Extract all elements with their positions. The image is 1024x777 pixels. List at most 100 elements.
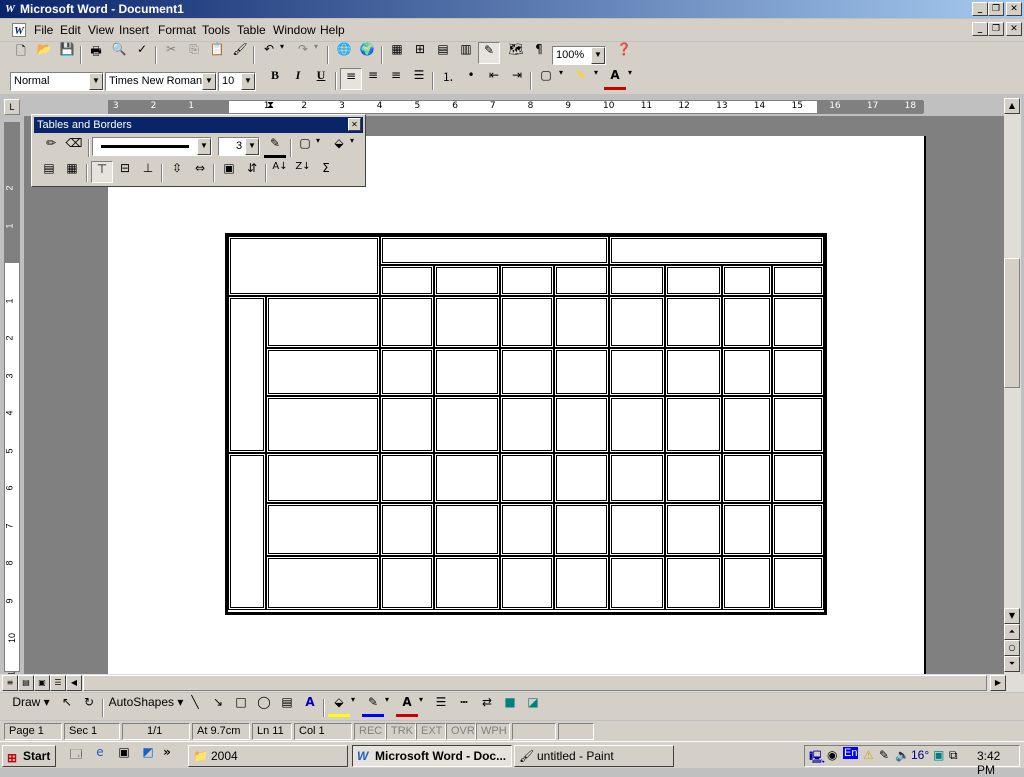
tray-monitor-icon[interactable]: 🖳 (809, 748, 825, 769)
document-table[interactable] (225, 233, 827, 615)
table-cell[interactable] (772, 503, 824, 556)
table-cell[interactable] (722, 296, 772, 348)
table-cell[interactable] (665, 503, 722, 556)
text-box-icon[interactable]: ▤ (276, 695, 298, 717)
scroll-up-icon[interactable]: ▲ (1004, 98, 1020, 114)
table-cell[interactable] (500, 503, 554, 556)
font-color-icon[interactable]: A (604, 68, 626, 90)
table-autoformat-icon[interactable]: ▣ (218, 161, 240, 183)
underline-button[interactable]: U (310, 68, 332, 90)
shading-dropdown-icon[interactable]: ▾ (346, 136, 358, 158)
table-cell[interactable] (266, 503, 380, 556)
chevron-down-icon[interactable]: ▼ (591, 47, 605, 64)
sort-ascending-icon[interactable]: A↓ (269, 161, 291, 183)
hscroll-thumb[interactable] (83, 675, 987, 691)
next-page-icon[interactable]: ⏷ (1004, 656, 1020, 672)
status-ext[interactable]: EXT (416, 723, 446, 740)
bullets-icon[interactable]: • (460, 68, 482, 90)
new-document-icon[interactable]: 🗋 (10, 42, 32, 64)
document-map-icon[interactable]: 🗺 (505, 42, 527, 64)
table-cell[interactable] (228, 296, 266, 453)
menu-help[interactable]: Help (320, 23, 345, 37)
menu-window[interactable]: Window (273, 23, 316, 37)
table-cell[interactable] (665, 296, 722, 348)
table-cell[interactable] (772, 348, 824, 396)
italic-button[interactable]: I (287, 68, 309, 90)
table-cell[interactable] (772, 296, 824, 348)
table-cell[interactable] (665, 348, 722, 396)
borders-dropdown-icon[interactable]: ▾ (555, 68, 567, 90)
table-cell[interactable] (554, 396, 609, 453)
start-button[interactable]: ⊞ Start (2, 745, 56, 767)
change-text-direction-icon[interactable]: ⇵ (241, 161, 263, 183)
table-cell[interactable] (380, 396, 434, 453)
table-cell[interactable] (609, 296, 665, 348)
table-cell[interactable] (554, 296, 609, 348)
print-layout-view-icon[interactable]: ▣ (34, 675, 50, 691)
justify-icon[interactable]: ☰ (408, 68, 430, 90)
table-cell[interactable] (266, 348, 380, 396)
table-cell[interactable] (722, 265, 772, 296)
internet-explorer-icon[interactable]: e (90, 745, 110, 767)
tray-misc-icon[interactable]: ⧉ (949, 748, 958, 763)
font-select[interactable]: Times New Roman ▼ (105, 72, 217, 91)
table-cell[interactable] (609, 265, 665, 296)
table-cell[interactable] (722, 453, 772, 503)
doc-minimize-button[interactable]: _ (972, 22, 988, 36)
select-browse-object-icon[interactable]: ○ (1004, 640, 1020, 656)
save-icon[interactable]: 💾 (56, 42, 78, 64)
table-cell[interactable] (380, 265, 434, 296)
tables-borders-toolbar[interactable]: Tables and Borders ✕ ✏ ⌫ ▼ 3 ▼ ✎ ▢ ▾ ⬙ ▾… (31, 114, 366, 187)
status-ovr[interactable]: OVR (446, 723, 476, 740)
numbering-icon[interactable]: ⒈ (437, 68, 459, 90)
table-cell[interactable] (380, 556, 434, 610)
rectangle-icon[interactable]: □ (230, 695, 252, 717)
status-wph[interactable]: WPH (476, 723, 510, 740)
show-hide-icon[interactable]: ¶ (528, 42, 550, 64)
table-cell[interactable] (722, 556, 772, 610)
minimize-button[interactable]: _ (972, 2, 988, 16)
table-cell[interactable] (434, 296, 500, 348)
table-cell[interactable] (266, 556, 380, 610)
align-top-icon[interactable]: ⊤ (91, 161, 113, 183)
menu-view[interactable]: View (88, 23, 114, 37)
table-cell[interactable] (228, 236, 380, 296)
menu-edit[interactable]: Edit (60, 23, 81, 37)
tray-alert-icon[interactable]: ⚠ (863, 748, 874, 762)
tables-borders-icon[interactable]: ▦ (386, 42, 408, 64)
table-cell[interactable] (380, 453, 434, 503)
dash-style-icon[interactable]: ┅ (453, 695, 475, 717)
decrease-indent-icon[interactable]: ⇤ (483, 68, 505, 90)
table-cell[interactable] (609, 396, 665, 453)
tray-volume-icon[interactable]: 🔈 (895, 748, 910, 762)
font-size-select[interactable]: 10 ▼ (218, 72, 256, 91)
table-cell[interactable] (554, 265, 609, 296)
table-cell[interactable] (665, 556, 722, 610)
draw-menu-button[interactable]: Draw ▾ (10, 695, 52, 717)
menu-file[interactable]: File (34, 23, 53, 37)
vertical-scrollbar[interactable]: ▲ ▼ ⏶ ○ ⏷ (1004, 98, 1021, 674)
document-icon[interactable]: W (12, 23, 26, 37)
draw-table-pencil-icon[interactable]: ✏ (40, 136, 62, 158)
horizontal-ruler[interactable]: 3 2 1 1 2 3 4 5 6 7 8 9 10 11 12 13 14 15 16 17 18 ⧗ (108, 100, 924, 114)
table-cell[interactable] (434, 453, 500, 503)
task-word[interactable]: W Microsoft Word - Doc... (352, 745, 512, 767)
show-desktop-icon[interactable]: 🗔 (66, 745, 86, 767)
format-painter-icon[interactable]: 🖌 (229, 42, 251, 64)
doc-restore-button[interactable]: ❐ (988, 22, 1004, 36)
font-color-dropdown-icon[interactable]: ▾ (624, 68, 636, 90)
center-vertically-icon[interactable]: ⊟ (114, 161, 136, 183)
table-cell[interactable] (772, 396, 824, 453)
border-color-icon[interactable]: ✎ (264, 136, 286, 158)
chevron-down-icon[interactable]: ▼ (197, 138, 211, 155)
table-cell[interactable] (554, 453, 609, 503)
table-cell[interactable] (434, 348, 500, 396)
autosum-icon[interactable]: Σ (315, 161, 337, 183)
table-cell[interactable] (609, 453, 665, 503)
normal-view-icon[interactable]: ≡ (2, 675, 18, 691)
table-cell[interactable] (772, 453, 824, 503)
table-cell[interactable] (722, 396, 772, 453)
table-cell[interactable] (266, 396, 380, 453)
tray-app-icon[interactable]: ✎ (879, 748, 889, 762)
fill-dropdown-icon[interactable]: ▾ (347, 695, 359, 717)
